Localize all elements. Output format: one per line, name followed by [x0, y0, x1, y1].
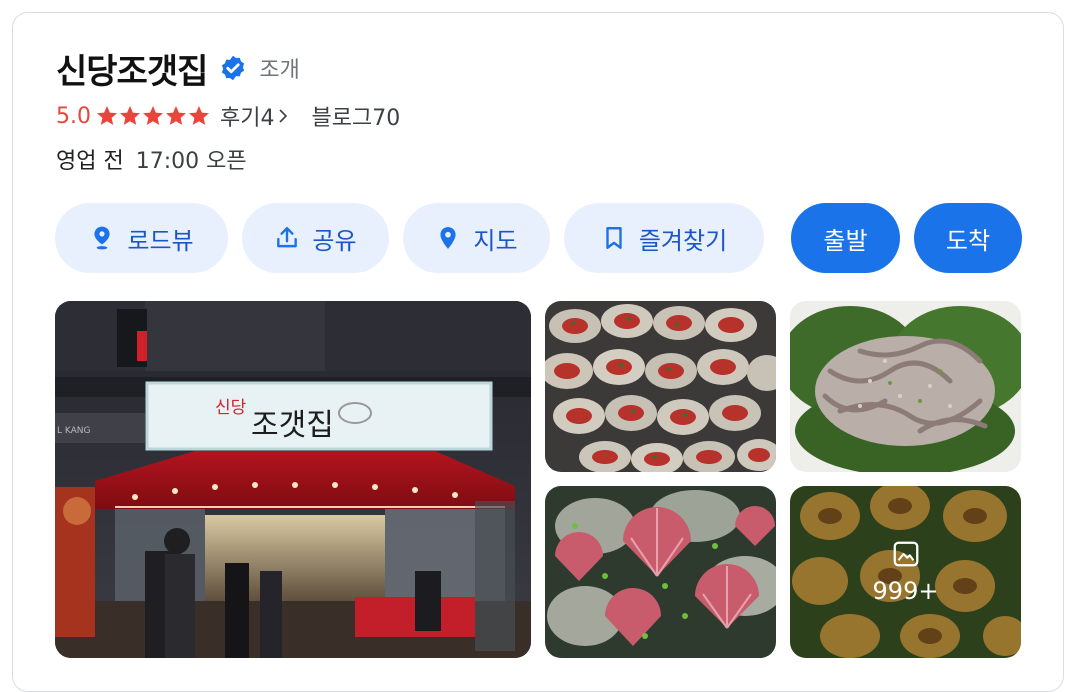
- octopus-photo[interactable]: [790, 301, 1021, 472]
- sign-text-large: 조갯집: [251, 408, 334, 443]
- share-button[interactable]: 공유: [242, 203, 389, 273]
- verified-badge-icon: [222, 55, 245, 81]
- roadview-label: 로드뷰: [127, 226, 194, 255]
- place-name[interactable]: 신당조갯집: [56, 44, 208, 93]
- sign-text-small: 신당: [215, 398, 247, 418]
- roadview-icon: [94, 226, 110, 250]
- blog-link[interactable]: 블로그70: [311, 100, 400, 132]
- map-button[interactable]: 지도: [403, 203, 550, 273]
- oyster-photo[interactable]: [545, 301, 776, 472]
- reviews-label: 후기4: [220, 106, 275, 131]
- map-label: 지도: [473, 226, 518, 255]
- more-photos-overlay[interactable]: 999+: [790, 486, 1021, 658]
- rating-score: 5.0: [56, 103, 91, 129]
- octopus-image: [790, 301, 1021, 472]
- star-icon: [97, 106, 117, 125]
- depart-label: 출발: [823, 226, 868, 255]
- bookmark-icon: [606, 227, 622, 249]
- reviews-link[interactable]: 후기4: [220, 100, 289, 132]
- rating-stars: [95, 104, 210, 128]
- share-label: 공유: [312, 226, 357, 255]
- photo-gallery-icon: [893, 541, 918, 567]
- star-icon: [120, 106, 140, 125]
- bookmark-label: 즐겨찾기: [638, 226, 728, 255]
- place-category: 조개: [259, 58, 300, 83]
- bookmark-button[interactable]: 즐겨찾기: [564, 203, 764, 273]
- arrive-button[interactable]: 도착: [914, 203, 1022, 273]
- scallop-photo[interactable]: [545, 486, 776, 658]
- storefront-photo[interactable]: 신당 조갯집 L KANG: [55, 301, 531, 658]
- star-icon: [143, 106, 163, 125]
- chevron-right-icon: [279, 109, 288, 123]
- star-icon: [189, 106, 209, 125]
- arrive-label: 도착: [945, 226, 991, 255]
- hours-time: 17:00 오픈: [135, 149, 247, 174]
- hours-row[interactable]: 영업 전 17:00 오픈: [56, 142, 247, 176]
- hours-status: 영업 전: [56, 149, 124, 174]
- rating-row: 5.0 후기4 블로그70: [56, 100, 400, 132]
- roadview-button[interactable]: 로드뷰: [55, 203, 228, 273]
- star-icon: [166, 106, 186, 125]
- location-pin-icon: [440, 227, 456, 249]
- storefront-side-text: L KANG: [57, 426, 91, 436]
- more-photos-tile[interactable]: 999+: [790, 486, 1021, 658]
- more-photos-count: 999+: [872, 577, 939, 605]
- share-icon: [277, 227, 298, 248]
- storefront-image: 신당 조갯집 L KANG: [55, 301, 531, 658]
- depart-button[interactable]: 출발: [791, 203, 900, 273]
- scallop-image: [545, 486, 776, 658]
- title-row: 신당조갯집 조개: [56, 44, 300, 92]
- oyster-image: [545, 301, 776, 472]
